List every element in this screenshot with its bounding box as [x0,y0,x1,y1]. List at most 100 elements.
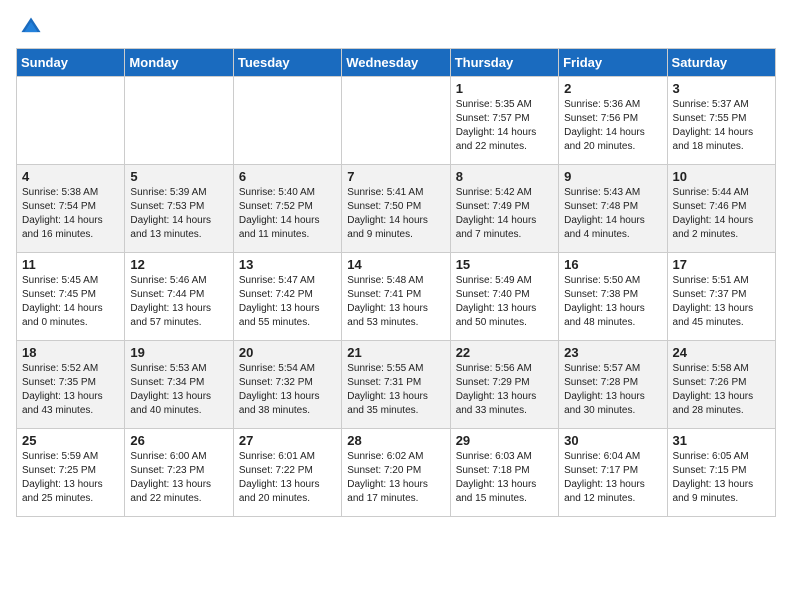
day-info: Sunrise: 5:49 AM Sunset: 7:40 PM Dayligh… [456,274,553,330]
day-info: Sunrise: 5:52 AM Sunset: 7:35 PM Dayligh… [22,362,119,418]
day-info: Sunrise: 5:47 AM Sunset: 7:42 PM Dayligh… [239,274,336,330]
calendar-cell [342,77,450,165]
calendar-cell: 8 Sunrise: 5:42 AM Sunset: 7:49 PM Daylig… [450,165,558,253]
day-info: Sunrise: 5:36 AM Sunset: 7:56 PM Dayligh… [564,98,661,154]
day-info: Sunrise: 5:56 AM Sunset: 7:29 PM Dayligh… [456,362,553,418]
day-number: 26 [130,433,227,448]
day-info: Sunrise: 5:37 AM Sunset: 7:55 PM Dayligh… [673,98,770,154]
day-number: 15 [456,257,553,272]
day-info: Sunrise: 6:04 AM Sunset: 7:17 PM Dayligh… [564,450,661,506]
column-header-monday: Monday [125,49,233,77]
day-info: Sunrise: 5:45 AM Sunset: 7:45 PM Dayligh… [22,274,119,330]
day-info: Sunrise: 5:38 AM Sunset: 7:54 PM Dayligh… [22,186,119,242]
calendar-cell: 12 Sunrise: 5:46 AM Sunset: 7:44 PM Dayli… [125,253,233,341]
day-number: 20 [239,345,336,360]
day-number: 9 [564,169,661,184]
calendar-cell: 2 Sunrise: 5:36 AM Sunset: 7:56 PM Daylig… [559,77,667,165]
day-info: Sunrise: 5:51 AM Sunset: 7:37 PM Dayligh… [673,274,770,330]
calendar-cell: 19 Sunrise: 5:53 AM Sunset: 7:34 PM Dayli… [125,341,233,429]
calendar-cell: 4 Sunrise: 5:38 AM Sunset: 7:54 PM Daylig… [17,165,125,253]
calendar-cell: 15 Sunrise: 5:49 AM Sunset: 7:40 PM Dayli… [450,253,558,341]
day-number: 11 [22,257,119,272]
calendar-cell: 23 Sunrise: 5:57 AM Sunset: 7:28 PM Dayli… [559,341,667,429]
calendar-cell: 14 Sunrise: 5:48 AM Sunset: 7:41 PM Dayli… [342,253,450,341]
calendar-cell: 5Sunrise: 5:39 AM Sunset: 7:53 PM Daylig… [125,165,233,253]
day-number: 27 [239,433,336,448]
day-info: Sunrise: 5:48 AM Sunset: 7:41 PM Dayligh… [347,274,444,330]
day-number: 3 [673,81,770,96]
calendar-cell: 3 Sunrise: 5:37 AM Sunset: 7:55 PM Daylig… [667,77,775,165]
day-number: 30 [564,433,661,448]
calendar-cell: 26 Sunrise: 6:00 AM Sunset: 7:23 PM Dayli… [125,429,233,517]
calendar-cell: 1 Sunrise: 5:35 AM Sunset: 7:57 PM Daylig… [450,77,558,165]
day-info: Sunrise: 5:43 AM Sunset: 7:48 PM Dayligh… [564,186,661,242]
logo-icon [20,16,42,38]
day-number: 13 [239,257,336,272]
calendar-cell: 7 Sunrise: 5:41 AM Sunset: 7:50 PM Daylig… [342,165,450,253]
calendar-cell: 16 Sunrise: 5:50 AM Sunset: 7:38 PM Dayli… [559,253,667,341]
column-header-friday: Friday [559,49,667,77]
calendar-cell: 31 Sunrise: 6:05 AM Sunset: 7:15 PM Dayli… [667,429,775,517]
calendar-table: SundayMondayTuesdayWednesdayThursdayFrid… [16,48,776,517]
calendar-week-row: 25 Sunrise: 5:59 AM Sunset: 7:25 PM Dayli… [17,429,776,517]
column-header-wednesday: Wednesday [342,49,450,77]
column-header-tuesday: Tuesday [233,49,341,77]
column-header-sunday: Sunday [17,49,125,77]
column-header-thursday: Thursday [450,49,558,77]
day-number: 29 [456,433,553,448]
day-info: Sunrise: 5:46 AM Sunset: 7:44 PM Dayligh… [130,274,227,330]
calendar-week-row: 11 Sunrise: 5:45 AM Sunset: 7:45 PM Dayli… [17,253,776,341]
calendar-header-row: SundayMondayTuesdayWednesdayThursdayFrid… [17,49,776,77]
calendar-cell: 30 Sunrise: 6:04 AM Sunset: 7:17 PM Dayli… [559,429,667,517]
day-info: Sunrise: 6:02 AM Sunset: 7:20 PM Dayligh… [347,450,444,506]
calendar-cell: 9 Sunrise: 5:43 AM Sunset: 7:48 PM Daylig… [559,165,667,253]
day-number: 7 [347,169,444,184]
day-number: 6 [239,169,336,184]
day-number: 4 [22,169,119,184]
day-number: 19 [130,345,227,360]
day-number: 2 [564,81,661,96]
calendar-cell: 18 Sunrise: 5:52 AM Sunset: 7:35 PM Dayli… [17,341,125,429]
day-info: Sunrise: 5:41 AM Sunset: 7:50 PM Dayligh… [347,186,444,242]
day-info: Sunrise: 5:59 AM Sunset: 7:25 PM Dayligh… [22,450,119,506]
day-number: 17 [673,257,770,272]
day-info: Sunrise: 5:35 AM Sunset: 7:57 PM Dayligh… [456,98,553,154]
day-info: Sunrise: 5:50 AM Sunset: 7:38 PM Dayligh… [564,274,661,330]
calendar-cell: 11 Sunrise: 5:45 AM Sunset: 7:45 PM Dayli… [17,253,125,341]
day-info: Sunrise: 6:03 AM Sunset: 7:18 PM Dayligh… [456,450,553,506]
day-number: 18 [22,345,119,360]
day-number: 24 [673,345,770,360]
day-info: Sunrise: 5:57 AM Sunset: 7:28 PM Dayligh… [564,362,661,418]
day-number: 31 [673,433,770,448]
calendar-cell: 24 Sunrise: 5:58 AM Sunset: 7:26 PM Dayli… [667,341,775,429]
calendar-cell [17,77,125,165]
calendar-cell: 28Sunrise: 6:02 AM Sunset: 7:20 PM Dayli… [342,429,450,517]
day-number: 23 [564,345,661,360]
day-info: Sunrise: 5:39 AM Sunset: 7:53 PM Dayligh… [130,186,227,242]
day-number: 25 [22,433,119,448]
day-number: 12 [130,257,227,272]
day-info: Sunrise: 6:05 AM Sunset: 7:15 PM Dayligh… [673,450,770,506]
day-info: Sunrise: 5:53 AM Sunset: 7:34 PM Dayligh… [130,362,227,418]
day-number: 21 [347,345,444,360]
day-number: 1 [456,81,553,96]
day-info: Sunrise: 6:00 AM Sunset: 7:23 PM Dayligh… [130,450,227,506]
calendar-week-row: 4 Sunrise: 5:38 AM Sunset: 7:54 PM Daylig… [17,165,776,253]
day-number: 16 [564,257,661,272]
day-info: Sunrise: 5:42 AM Sunset: 7:49 PM Dayligh… [456,186,553,242]
day-info: Sunrise: 5:58 AM Sunset: 7:26 PM Dayligh… [673,362,770,418]
day-number: 8 [456,169,553,184]
calendar-cell: 10Sunrise: 5:44 AM Sunset: 7:46 PM Dayli… [667,165,775,253]
logo [16,16,42,38]
day-number: 22 [456,345,553,360]
day-info: Sunrise: 5:44 AM Sunset: 7:46 PM Dayligh… [673,186,770,242]
day-number: 14 [347,257,444,272]
calendar-cell: 27 Sunrise: 6:01 AM Sunset: 7:22 PM Dayli… [233,429,341,517]
calendar-cell: 6 Sunrise: 5:40 AM Sunset: 7:52 PM Daylig… [233,165,341,253]
calendar-cell: 21 Sunrise: 5:55 AM Sunset: 7:31 PM Dayli… [342,341,450,429]
day-info: Sunrise: 6:01 AM Sunset: 7:22 PM Dayligh… [239,450,336,506]
calendar-cell: 29 Sunrise: 6:03 AM Sunset: 7:18 PM Dayli… [450,429,558,517]
day-info: Sunrise: 5:55 AM Sunset: 7:31 PM Dayligh… [347,362,444,418]
calendar-cell [233,77,341,165]
day-info: Sunrise: 5:40 AM Sunset: 7:52 PM Dayligh… [239,186,336,242]
